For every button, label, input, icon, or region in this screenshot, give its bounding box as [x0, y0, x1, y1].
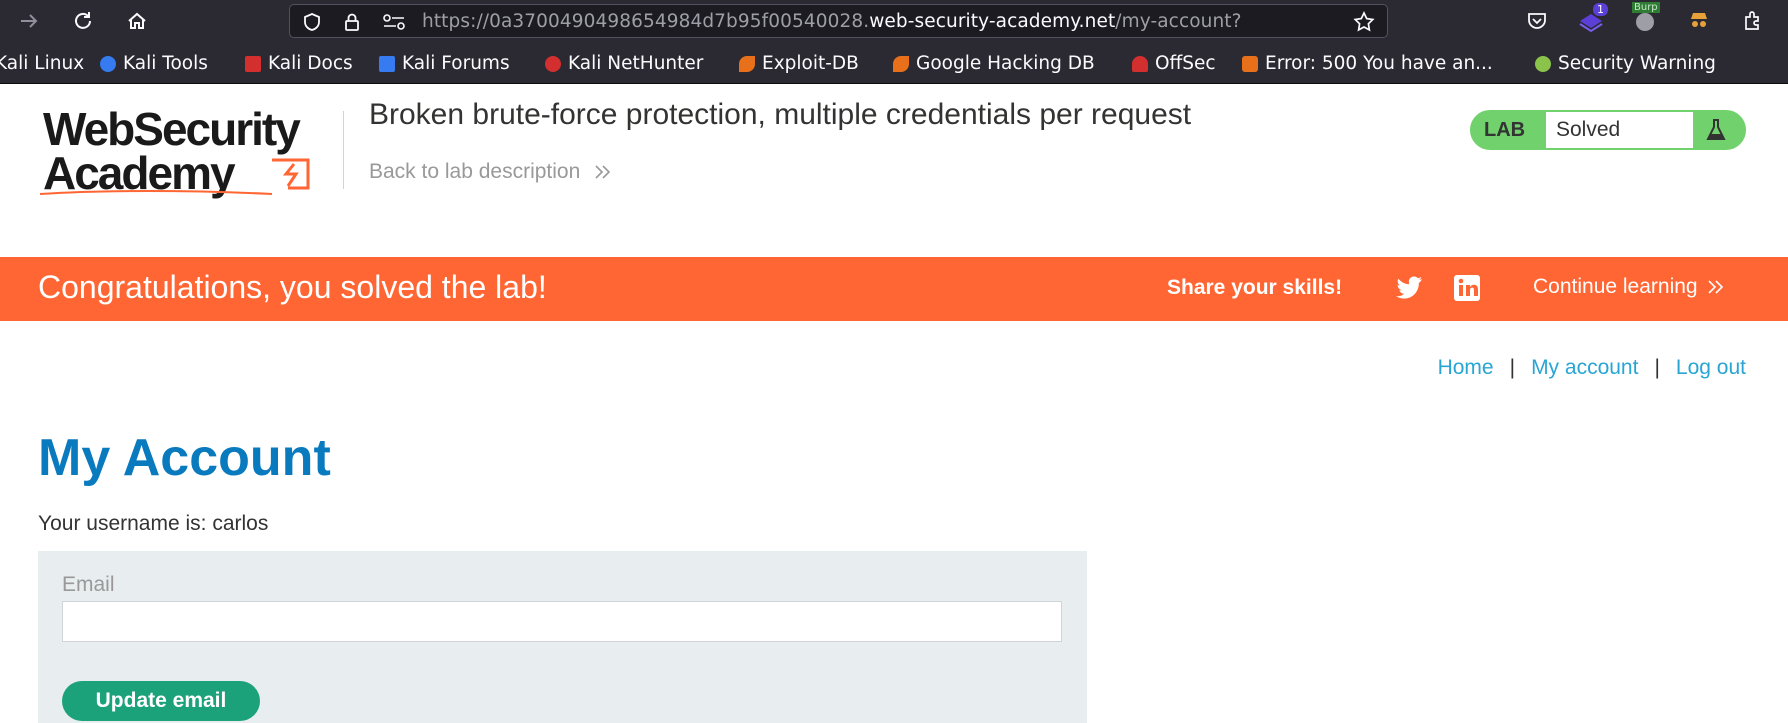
solved-message: Congratulations, you solved the lab! [38, 269, 547, 305]
header-divider [343, 111, 344, 189]
bookmark-error-500[interactable]: Error: 500 You have an... [1242, 53, 1493, 74]
burp-extension-icon[interactable]: Burp [1630, 2, 1660, 36]
bookmarks-toolbar: Kali Linux Kali Tools Kali Docs Kali For… [0, 42, 1788, 84]
offsec-icon [1132, 55, 1148, 72]
lock-icon[interactable] [343, 12, 361, 36]
kali-tools-icon [100, 55, 116, 72]
page-title: My Account [38, 429, 331, 487]
home-icon[interactable] [122, 6, 152, 36]
extension-stack-icon[interactable]: 1 [1576, 3, 1608, 36]
linkedin-icon[interactable] [1453, 274, 1481, 302]
continue-learning-label: Continue learning [1533, 275, 1698, 298]
bookmark-label: Kali Docs [268, 53, 353, 74]
bookmark-kali-linux[interactable]: Kali Linux [0, 53, 84, 74]
bookmark-label: Exploit-DB [762, 53, 859, 74]
spy-extension-icon[interactable] [1684, 6, 1714, 36]
update-email-button[interactable]: Update email [62, 681, 260, 721]
bookmark-label: Kali NetHunter [568, 53, 704, 74]
change-email-form: Email Update email [38, 551, 1087, 723]
kali-forums-icon [379, 55, 395, 72]
reload-icon[interactable] [68, 6, 98, 36]
logo-underline [40, 190, 272, 195]
lab-badge-label: LAB [1484, 119, 1526, 141]
joomla-icon [1242, 55, 1258, 72]
url-bar[interactable]: https://0a3700490498654984d7b95f00540028… [289, 4, 1388, 38]
permissions-icon[interactable] [382, 13, 406, 35]
bookmark-exploit-db[interactable]: Exploit-DB [739, 53, 859, 74]
tracking-shield-icon[interactable] [302, 12, 322, 36]
flask-icon [1706, 119, 1726, 140]
username-text: Your username is: carlos [38, 512, 269, 535]
url-path: /my-account? [1115, 11, 1242, 32]
url-text: https://0a3700490498654984d7b95f00540028… [422, 11, 1342, 32]
account-nav: Home | My account | Log out [1438, 356, 1746, 380]
lab-title: Broken brute-force protection, multiple … [369, 98, 1192, 131]
bookmark-kali-tools[interactable]: Kali Tools [100, 53, 208, 74]
bookmark-label: OffSec [1155, 53, 1216, 74]
continue-learning-link[interactable]: Continue learning [1533, 275, 1725, 299]
url-domain: web-security-academy.net [869, 11, 1116, 32]
bookmark-label: Google Hacking DB [916, 53, 1095, 74]
back-to-lab-link[interactable]: Back to lab description [369, 160, 614, 184]
pocket-icon[interactable] [1522, 6, 1552, 36]
nav-separator: | [1654, 356, 1660, 379]
share-skills-label: Share your skills! [1167, 276, 1343, 299]
extension-badge: 1 [1593, 3, 1608, 16]
ghdb-icon [893, 55, 909, 72]
kali-docs-icon [245, 55, 261, 72]
bookmark-label: Kali Tools [123, 53, 208, 74]
bookmark-label: Kali Forums [402, 53, 510, 74]
lab-status-badge: LAB Solved [1470, 110, 1746, 150]
kali-nethunter-icon [545, 55, 561, 72]
double-chevron-icon [1708, 280, 1724, 295]
forward-icon[interactable] [14, 6, 44, 36]
exploit-db-icon [739, 55, 755, 72]
web-security-academy-logo[interactable]: WebSecurity Academy [40, 106, 340, 198]
extensions-puzzle-icon[interactable] [1738, 6, 1768, 36]
burp-label: Burp [1632, 2, 1660, 13]
double-chevron-icon [595, 165, 611, 180]
logo-bolt-icon [272, 158, 310, 190]
solved-banner: Congratulations, you solved the lab! Sha… [0, 257, 1788, 321]
bookmark-kali-forums[interactable]: Kali Forums [379, 53, 510, 74]
back-link-label: Back to lab description [369, 160, 581, 183]
bookmark-offsec[interactable]: OffSec [1132, 53, 1216, 74]
nav-separator: | [1509, 356, 1516, 379]
bookmark-label: Security Warning [1558, 53, 1716, 74]
url-prefix: https://0a3700490498654984d7b95f00540028… [422, 11, 870, 32]
nav-my-account-link[interactable]: My account [1531, 356, 1638, 380]
bookmark-star-icon[interactable] [1353, 11, 1375, 37]
logo-line1: WebSecurity [43, 103, 301, 155]
lab-status-text: Solved [1546, 112, 1693, 148]
twitter-icon[interactable] [1395, 275, 1423, 301]
bookmark-security-warning[interactable]: Security Warning [1535, 53, 1716, 74]
bookmark-label: Kali Linux [0, 53, 85, 74]
nav-log-out-link[interactable]: Log out [1676, 356, 1746, 380]
bookmark-kali-docs[interactable]: Kali Docs [245, 53, 353, 74]
nav-home-link[interactable]: Home [1438, 356, 1494, 380]
email-label: Email [62, 573, 115, 596]
security-warning-icon [1535, 55, 1551, 72]
browser-toolbar: https://0a3700490498654984d7b95f00540028… [0, 0, 1788, 42]
bookmark-google-hacking-db[interactable]: Google Hacking DB [893, 53, 1095, 74]
bookmark-label: Error: 500 You have an... [1265, 53, 1493, 74]
email-input[interactable] [62, 601, 1062, 642]
bookmark-kali-nethunter[interactable]: Kali NetHunter [545, 53, 703, 74]
